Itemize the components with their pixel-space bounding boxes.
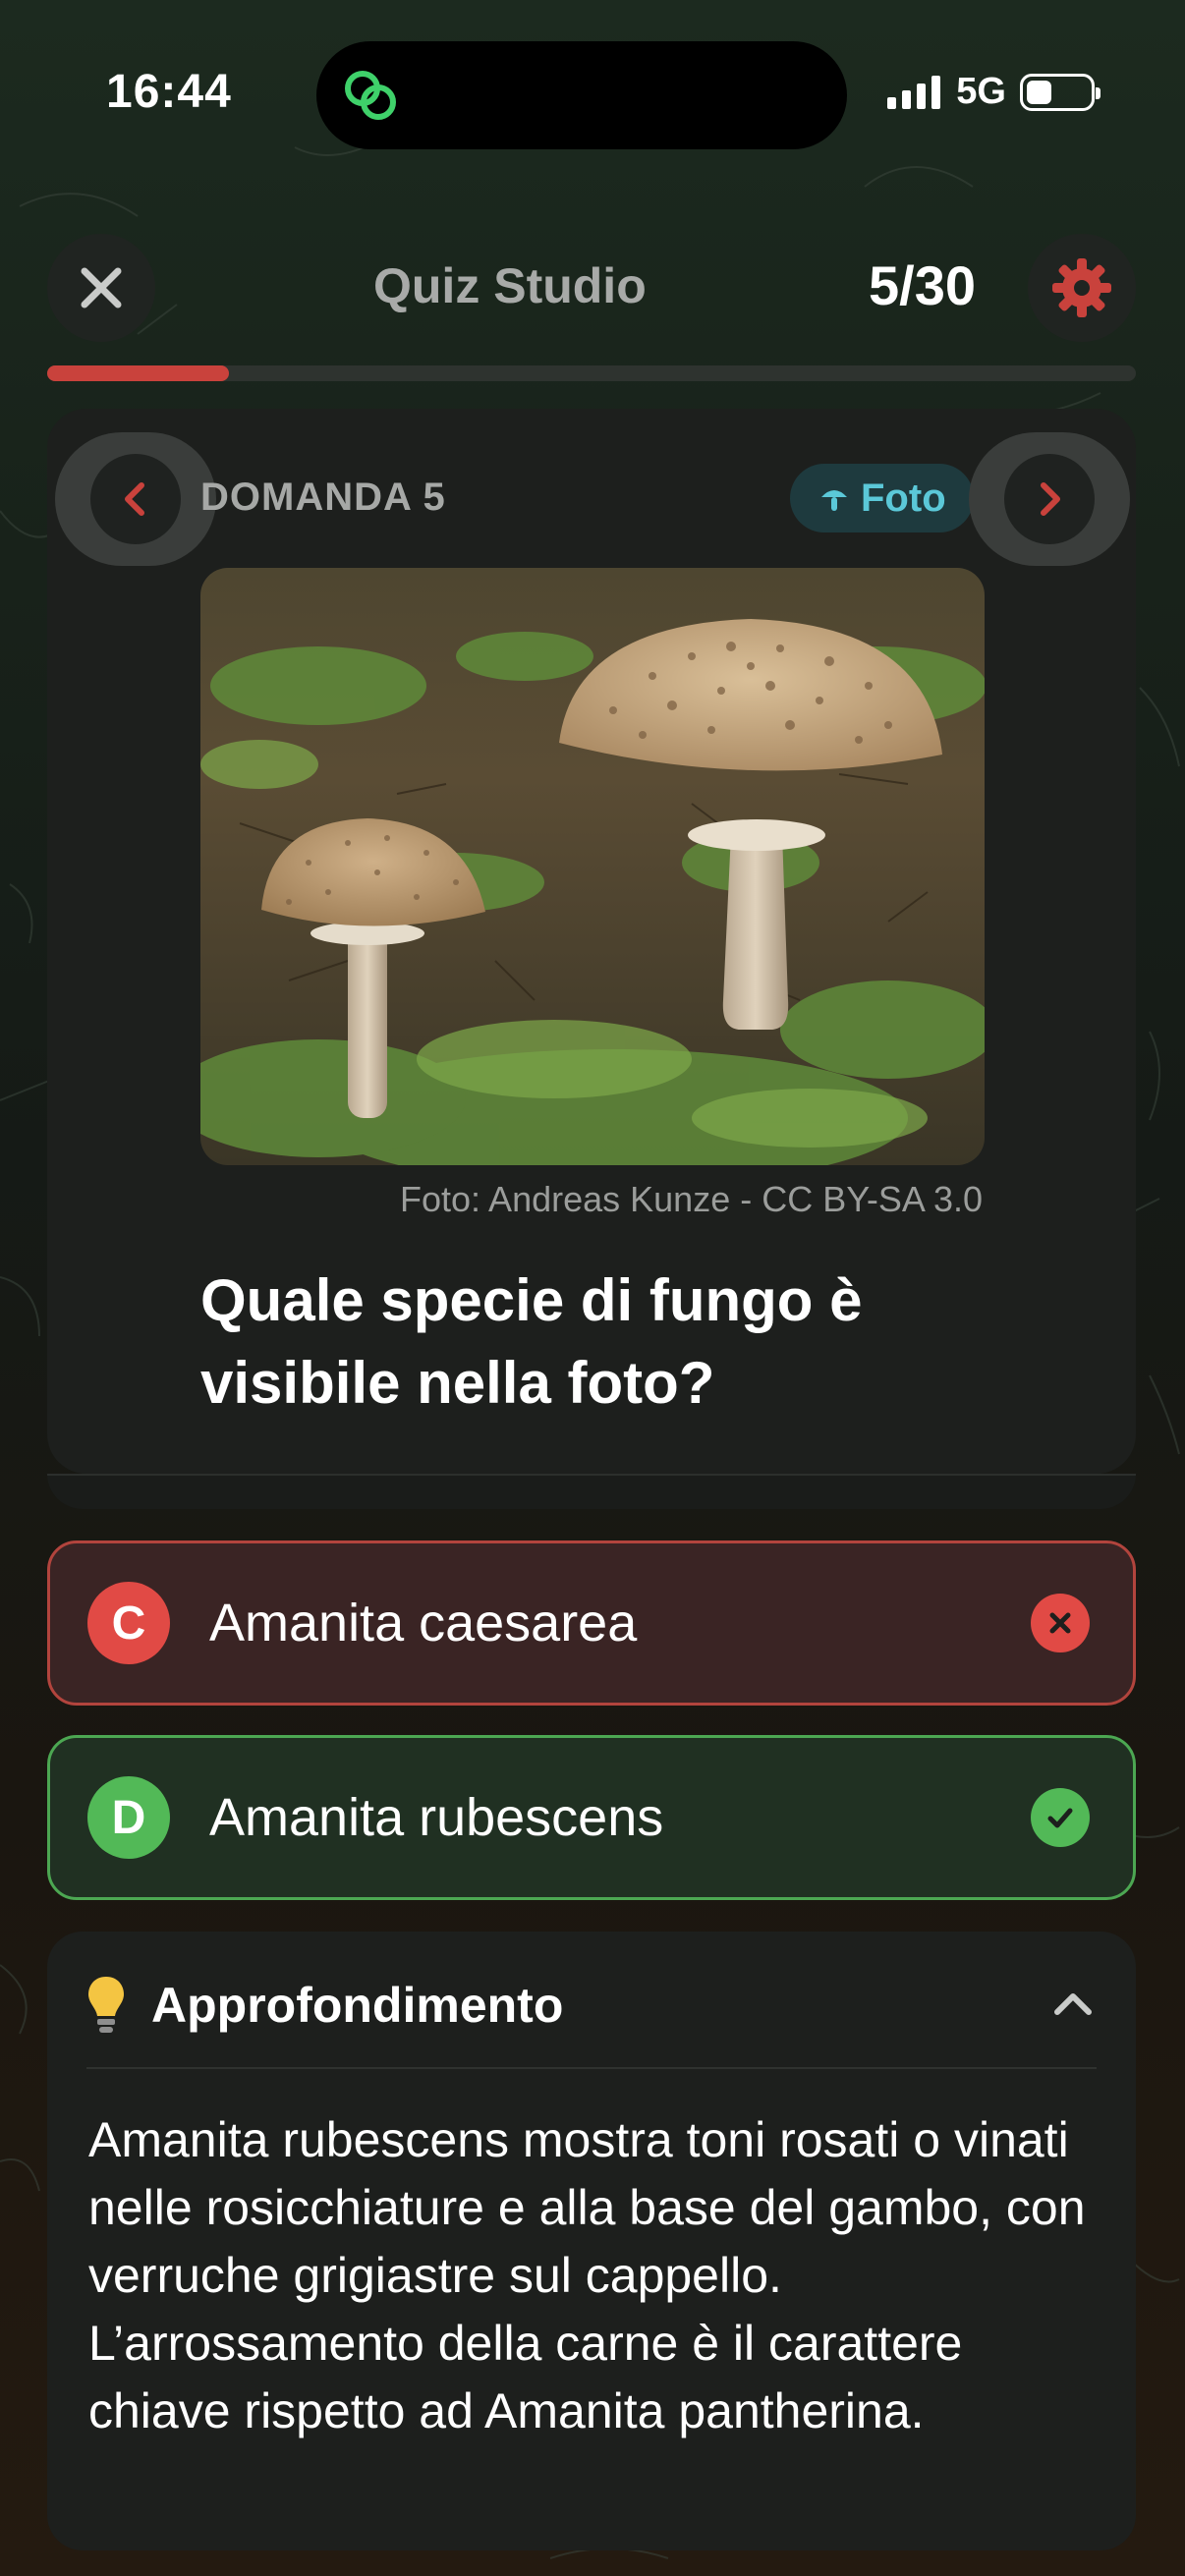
- chevron-left-icon: [125, 482, 144, 516]
- gear-icon: [1052, 258, 1111, 317]
- dynamic-island: [316, 41, 847, 149]
- question-counter: 5/30: [869, 254, 976, 316]
- question-card-footer: [47, 1474, 1136, 1509]
- answer-text: Amanita rubescens: [209, 1788, 664, 1847]
- quiz-progress-bar: [47, 365, 1136, 381]
- next-question-button[interactable]: [969, 432, 1130, 566]
- photo-credit: Foto: Andreas Kunze - CC BY-SA 3.0: [400, 1179, 983, 1219]
- close-button[interactable]: [47, 234, 155, 342]
- insight-title: Approfondimento: [151, 1978, 564, 2033]
- correct-answer-icon: [1031, 1788, 1090, 1847]
- insight-header[interactable]: Approfondimento: [86, 1971, 1097, 2040]
- settings-button[interactable]: [1028, 234, 1136, 342]
- answer-option-d[interactable]: D Amanita rubescens: [47, 1735, 1136, 1900]
- question-label: DOMANDA 5: [200, 476, 446, 519]
- photo-badge-label: Foto: [861, 476, 946, 520]
- answer-letter-badge: C: [87, 1582, 170, 1664]
- question-text: Quale specie di fungo è visibile nella f…: [200, 1267, 863, 1416]
- mushroom-photo: [200, 568, 985, 1165]
- status-bar: 16:44 5G: [0, 0, 1185, 196]
- answer-text: Amanita caesarea: [209, 1594, 638, 1652]
- chevron-right-icon: [1041, 482, 1060, 516]
- status-indicators: 5G: [887, 71, 1100, 113]
- answer-letter-badge: D: [87, 1776, 170, 1859]
- network-label: 5G: [956, 71, 1006, 112]
- lightbulb-icon: [88, 1977, 124, 2033]
- signal-icon: [887, 75, 941, 109]
- battery-icon: [1020, 73, 1100, 111]
- quiz-progress-fill: [47, 365, 230, 381]
- chevron-up-icon[interactable]: [1049, 1981, 1097, 2028]
- status-time: 16:44: [106, 66, 232, 118]
- mushroom-icon: [821, 490, 847, 511]
- insight-card: Approfondimento Amanita rubescens mostra…: [47, 1932, 1136, 2550]
- divider: [86, 2067, 1097, 2069]
- page-title: Quiz Studio: [373, 258, 647, 313]
- answer-option-c[interactable]: C Amanita caesarea: [47, 1540, 1136, 1706]
- wrong-answer-icon: [1031, 1594, 1090, 1652]
- close-icon: [81, 267, 122, 308]
- link-chain-icon: [345, 71, 396, 120]
- previous-question-button[interactable]: [55, 432, 216, 566]
- photo-badge: Foto: [790, 464, 974, 532]
- insight-text: Amanita rubescens mostra toni rosati o v…: [88, 2112, 1086, 2438]
